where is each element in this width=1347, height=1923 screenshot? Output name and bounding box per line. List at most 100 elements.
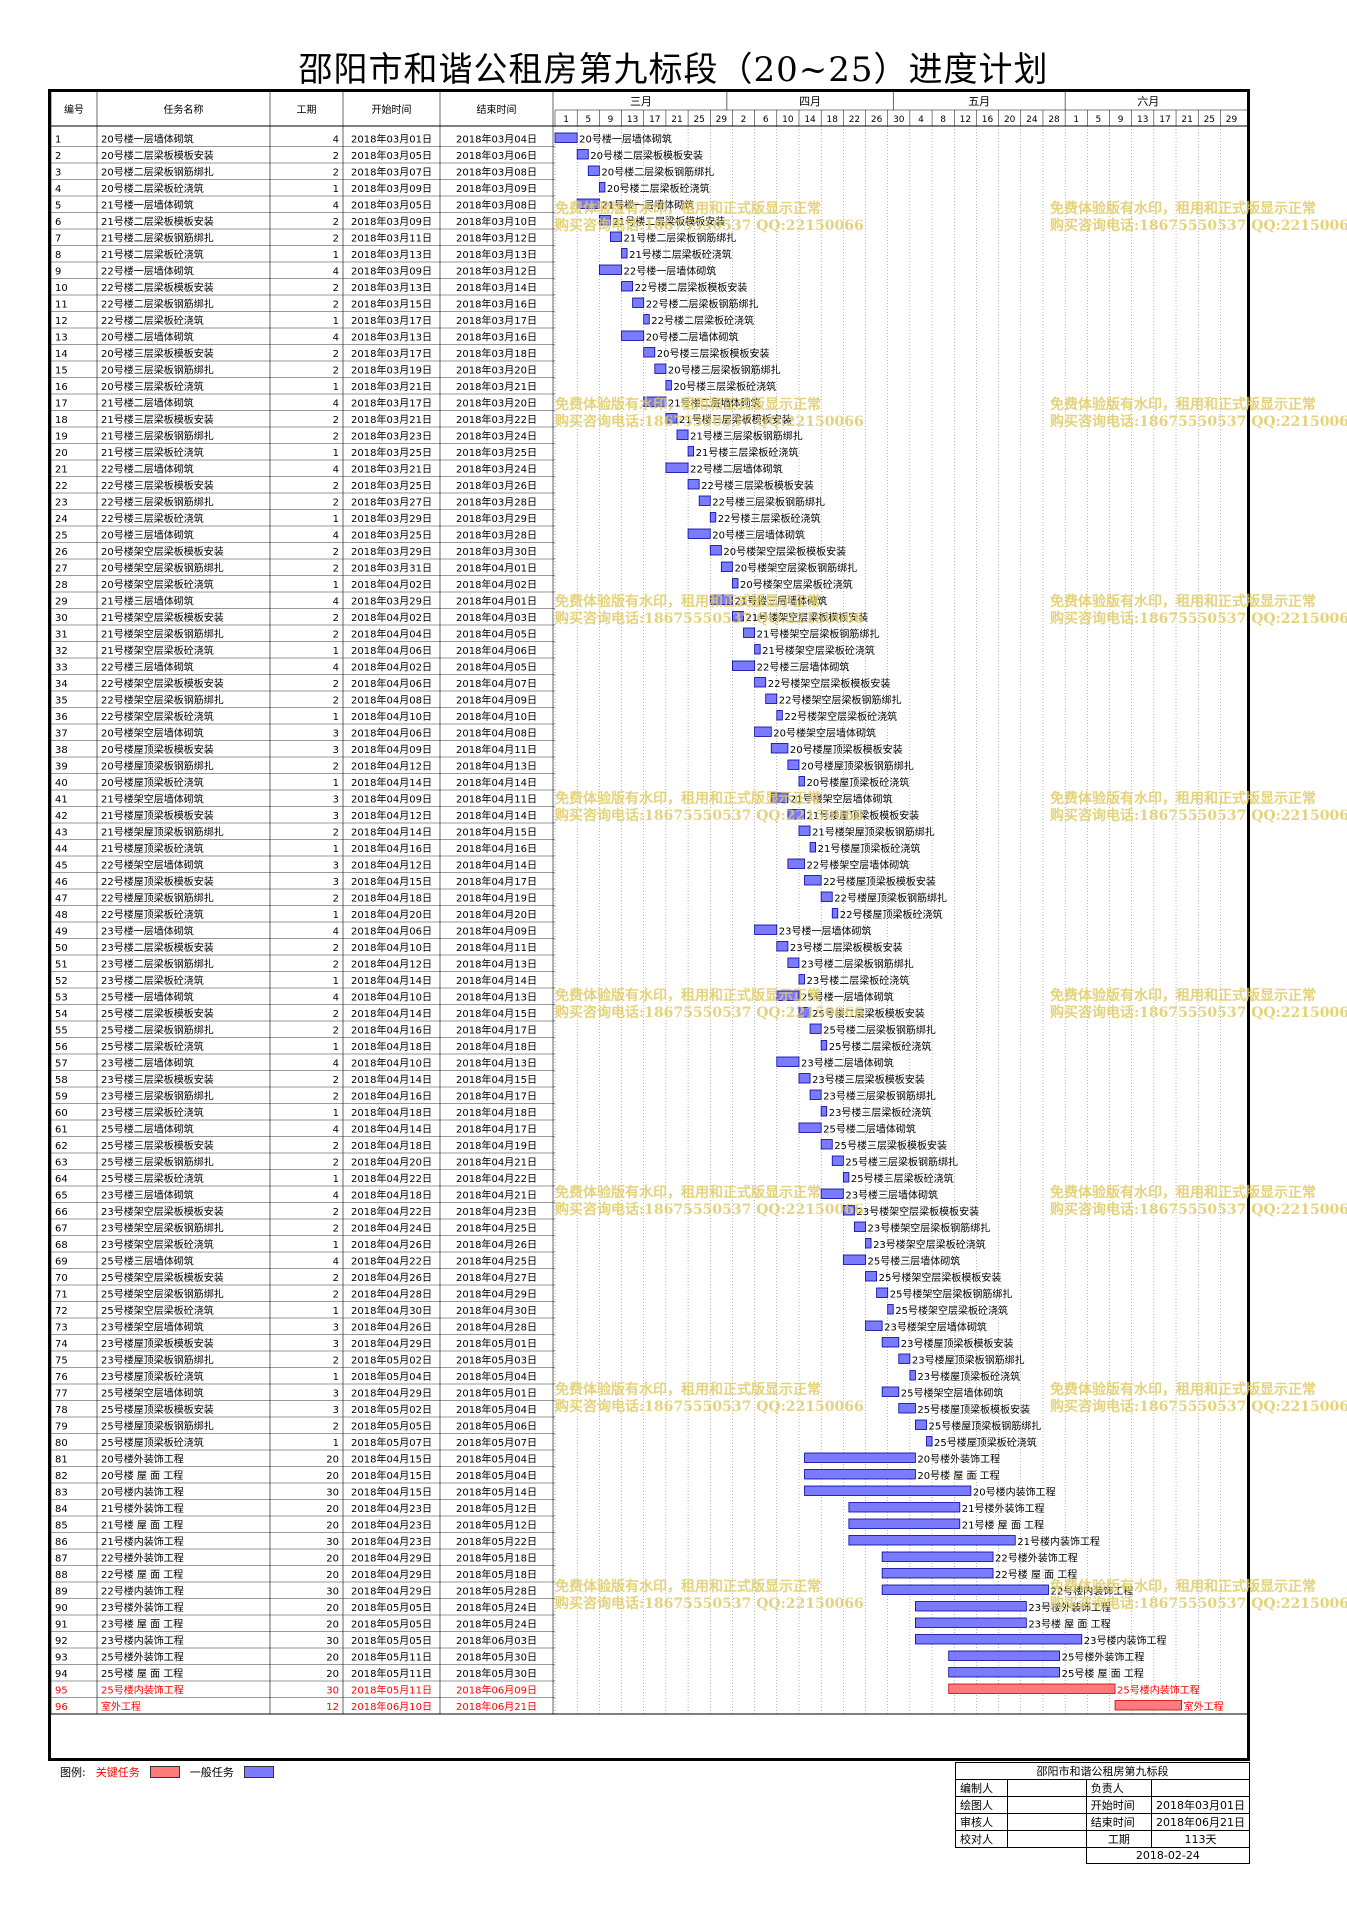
cell-start: 2018年05月04日 (351, 1370, 432, 1383)
legend-critical-swatch (149, 1766, 180, 1778)
cell-end: 2018年04月11日 (456, 743, 537, 756)
cell-start: 2018年03月19日 (351, 364, 432, 377)
cell-end: 2018年05月30日 (456, 1651, 537, 1664)
cell-end: 2018年05月30日 (456, 1667, 537, 1680)
cell-name: 21号楼外装饰工程 (101, 1502, 184, 1515)
cell-duration: 2 (333, 1290, 339, 1301)
cell-start: 2018年04月06日 (351, 644, 432, 657)
cell-end: 2018年03月30日 (456, 545, 537, 558)
cell-start: 2018年05月11日 (351, 1651, 432, 1664)
cell-start: 2018年04月23日 (351, 1535, 432, 1548)
day-label: 24 (1026, 115, 1038, 125)
cell-duration: 30 (326, 1636, 339, 1647)
cell-duration: 20 (326, 1669, 339, 1680)
gantt-bar-label: 23号楼一层墙体砌筑 (779, 925, 872, 938)
cell-start: 2018年03月13日 (351, 248, 432, 261)
cell-duration: 1 (333, 514, 339, 525)
cell-id: 4 (55, 184, 61, 195)
cell-name: 22号楼架空层梁板钢筋绑扎 (101, 694, 224, 707)
cell-start: 2018年04月02日 (351, 578, 432, 591)
cell-duration: 2 (333, 1356, 339, 1367)
gantt-bar-label: 23号楼二层梁板模板安装 (790, 941, 903, 954)
cell-id: 47 (55, 894, 68, 905)
cell-id: 93 (55, 1653, 68, 1664)
gantt-bar-label: 25号楼三层墙体砌筑 (868, 1255, 961, 1268)
cell-start: 2018年03月09日 (351, 215, 432, 228)
cell-start: 2018年04月12日 (351, 859, 432, 872)
cell-duration: 2 (333, 1422, 339, 1433)
cell-duration: 30 (326, 1488, 339, 1499)
cell-name: 25号楼二层梁板模板安装 (101, 1007, 214, 1020)
cell-name: 20号楼三层梁板模板安装 (101, 347, 214, 360)
cell-start: 2018年04月10日 (351, 941, 432, 954)
cell-start: 2018年03月25日 (351, 529, 432, 542)
cell-name: 23号楼架空层梁板模板安装 (101, 1205, 224, 1218)
cell-start: 2018年04月23日 (351, 1519, 432, 1532)
gantt-bar-label: 25号楼架空层梁板砼浇筑 (895, 1304, 1008, 1317)
cell-id: 81 (55, 1455, 68, 1466)
cell-end: 2018年04月19日 (456, 892, 537, 905)
cell-start: 2018年04月06日 (351, 925, 432, 938)
cell-end: 2018年05月01日 (456, 1387, 537, 1400)
gantt-bar (665, 380, 672, 391)
cell-duration: 4 (333, 1191, 339, 1202)
cell-id: 51 (55, 960, 68, 971)
gantt-bar-label: 21号楼二层梁板模板安装 (612, 215, 725, 228)
cell-end: 2018年03月20日 (456, 364, 537, 377)
cell-start: 2018年04月14日 (351, 1073, 432, 1086)
cell-duration: 20 (326, 1653, 339, 1664)
cell-duration: 1 (333, 844, 339, 855)
cell-end: 2018年04月08日 (456, 727, 537, 740)
cell-start: 2018年03月17日 (351, 314, 432, 327)
cell-id: 5 (55, 201, 61, 212)
cell-name: 25号楼架空层梁板钢筋绑扎 (101, 1288, 224, 1301)
gantt-bar (743, 627, 756, 638)
gantt-bar-label: 25号楼屋顶梁板模板安装 (917, 1403, 1030, 1416)
cell-id: 59 (55, 1092, 68, 1103)
gantt-bar-label: 25号楼一层墙体砌筑 (801, 991, 894, 1004)
gantt-bar-label: 25号楼屋顶梁板砼浇筑 (934, 1436, 1037, 1449)
gantt-bar (776, 1056, 800, 1067)
cell-duration: 20 (326, 1570, 339, 1581)
cell-name: 20号楼三层梁板砼浇筑 (101, 380, 204, 393)
cell-name: 23号楼 屋 面 工程 (101, 1618, 183, 1631)
gantt-bar-label: 20号楼内装饰工程 (973, 1486, 1056, 1499)
day-label: 1 (563, 115, 569, 125)
gantt-bar-label: 25号楼架空层墙体砌筑 (901, 1387, 1004, 1400)
cell-duration: 4 (333, 1059, 339, 1070)
cell-duration: 20 (326, 1603, 339, 1614)
gantt-bar-label: 22号楼架空层梁板模板安装 (768, 677, 891, 690)
cell-id: 35 (55, 696, 68, 707)
cell-id: 58 (55, 1075, 68, 1086)
gantt-bar (787, 957, 800, 968)
cell-duration: 4 (333, 597, 339, 608)
cell-id: 87 (55, 1554, 68, 1565)
info-drawer-label: 绘图人 (955, 1796, 1008, 1814)
cell-start: 2018年03月25日 (351, 479, 432, 492)
cell-start: 2018年04月24日 (351, 1222, 432, 1235)
gantt-bar (698, 495, 711, 506)
cell-duration: 2 (333, 630, 339, 641)
legend-critical-label: 关键任务 (95, 1766, 140, 1779)
cell-end: 2018年03月17日 (456, 314, 537, 327)
cell-name: 23号楼三层梁板模板安装 (101, 1073, 214, 1086)
info-editor-label: 编制人 (955, 1779, 1008, 1797)
gantt-bar (842, 1254, 866, 1265)
cell-end: 2018年04月29日 (456, 1288, 537, 1301)
cell-duration: 2 (333, 283, 339, 294)
cell-end: 2018年04月19日 (456, 1139, 537, 1152)
cell-start: 2018年05月02日 (351, 1354, 432, 1367)
gantt-bar-label: 23号楼架空层梁板模板安装 (856, 1205, 979, 1218)
cell-name: 22号楼二层墙体砌筑 (101, 463, 194, 476)
cell-end: 2018年03月08日 (456, 199, 537, 212)
cell-end: 2018年04月13日 (456, 760, 537, 773)
gantt-bar-label: 22号楼架空层梁板钢筋绑扎 (779, 694, 902, 707)
cell-duration: 3 (333, 1405, 339, 1416)
info-duration-label: 工期 (1085, 1830, 1153, 1848)
gantt-bar (881, 1568, 994, 1579)
cell-end: 2018年03月28日 (456, 529, 537, 542)
cell-name: 25号楼二层梁板砼浇筑 (101, 1040, 204, 1053)
gantt-bar-label: 21号楼二层梁板钢筋绑扎 (624, 232, 737, 245)
cell-name: 25号楼屋顶梁板模板安装 (101, 1403, 214, 1416)
gantt-bar (621, 330, 645, 341)
